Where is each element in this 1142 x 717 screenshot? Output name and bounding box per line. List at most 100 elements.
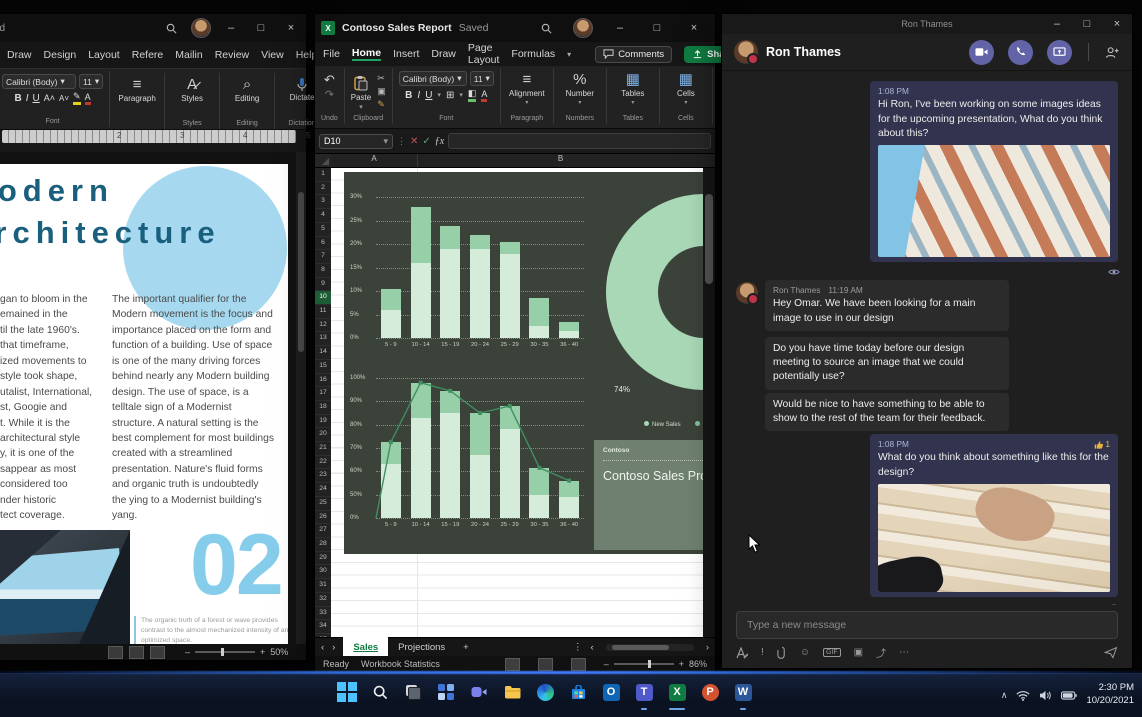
importance-icon[interactable]: ! (761, 647, 764, 658)
borders-icon[interactable]: ⊞ (446, 90, 454, 101)
hscroll-left-icon[interactable]: ‹ (590, 642, 593, 653)
fx-icon[interactable]: ƒx (435, 136, 444, 147)
excel-alignment-button[interactable]: ≡Alignment▾ (509, 68, 545, 106)
tab-overflow-icon[interactable]: ▾ (567, 50, 571, 59)
worksheet-grid[interactable]: 30%25%20%15%10%5%0%5 - 910 - 1415 - 1920… (331, 168, 703, 637)
sheet-tab-sales[interactable]: Sales (343, 636, 388, 658)
row-header-10[interactable]: 10 (315, 291, 331, 305)
excel-tables-button[interactable]: ▦Tables▾ (621, 68, 644, 106)
underline-button[interactable]: U (33, 93, 40, 104)
avatar[interactable] (186, 14, 216, 42)
row-header-17[interactable]: 17 (315, 387, 331, 401)
word-tab-draw[interactable]: Draw (2, 46, 37, 64)
read-mode-icon[interactable] (108, 646, 123, 659)
row-header-15[interactable]: 15 (315, 360, 331, 374)
contact-avatar[interactable] (734, 40, 758, 64)
sheet-tab-projections[interactable]: Projections (388, 636, 455, 658)
word-paragraph-button[interactable]: ≡Paragraph (118, 73, 155, 103)
sales-projection-card[interactable]: ContosoFY 22 Company OverContoso Sales P… (594, 440, 703, 550)
taskbar-store-icon[interactable] (565, 679, 591, 705)
taskbar-edge-icon[interactable] (532, 679, 558, 705)
taskbar-excel-icon[interactable]: X (664, 679, 690, 705)
maximize-icon[interactable]: □ (1072, 14, 1102, 34)
fill-color-icon[interactable]: ◧ (468, 88, 477, 102)
row-header-14[interactable]: 14 (315, 346, 331, 360)
row-header-20[interactable]: 20 (315, 428, 331, 442)
maximize-icon[interactable]: □ (642, 14, 672, 42)
font-name-select[interactable]: Calibri (Body)▾ (399, 71, 467, 86)
underline-button[interactable]: U (425, 90, 432, 101)
taskbar-search-icon[interactable] (367, 679, 393, 705)
search-icon[interactable] (156, 14, 186, 42)
volume-icon[interactable] (1039, 690, 1052, 701)
zoom-out-icon[interactable]: – (604, 659, 609, 669)
row-header-6[interactable]: 6 (315, 237, 331, 251)
zoom-level[interactable]: 50% (270, 647, 288, 657)
hscroll-right-icon[interactable]: › (706, 642, 709, 653)
more-icon[interactable]: ⋮ (397, 136, 406, 147)
row-header-16[interactable]: 16 (315, 374, 331, 388)
sticker-icon[interactable]: ▣ (854, 647, 863, 658)
row-header-7[interactable]: 7 (315, 250, 331, 264)
bold-button[interactable]: B (405, 90, 412, 101)
column-header-b[interactable]: B (418, 154, 703, 167)
zoom-slider[interactable] (195, 651, 255, 653)
gif-icon[interactable]: GIF (823, 648, 841, 657)
row-header-25[interactable]: 25 (315, 497, 331, 511)
tray-chevron-icon[interactable]: ∧ (1001, 690, 1008, 701)
zoom-out-icon[interactable]: – (185, 647, 190, 657)
highlight-button[interactable]: ✎ (73, 91, 81, 105)
page-break-view-icon[interactable] (571, 658, 586, 671)
building-facade-image[interactable] (878, 145, 1110, 257)
minimize-icon[interactable]: – (216, 14, 246, 42)
more-icon[interactable]: ⋯ (899, 647, 909, 658)
taskbar-widgets-icon[interactable] (433, 679, 459, 705)
word-styles-button[interactable]: A̷Styles (181, 73, 203, 103)
search-icon[interactable] (531, 14, 561, 42)
minimize-icon[interactable]: – (1042, 14, 1072, 34)
bold-button[interactable]: B (15, 93, 22, 104)
excel-tab-insert[interactable]: Insert (393, 48, 419, 60)
sales-dashboard-image[interactable]: 30%25%20%15%10%5%0%5 - 910 - 1415 - 1920… (344, 172, 703, 554)
architecture-model-image[interactable] (878, 484, 1110, 592)
page-layout-view-icon[interactable] (538, 658, 553, 671)
excel-cells-button[interactable]: ▦Cells▾ (677, 68, 695, 106)
row-header-8[interactable]: 8 (315, 264, 331, 278)
row-header-30[interactable]: 30 (315, 565, 331, 579)
font-color-button[interactable]: A (85, 92, 91, 105)
paste-button[interactable]: Paste▾ (351, 71, 371, 111)
row-header-2[interactable]: 2 (315, 182, 331, 196)
row-headers[interactable]: 1234567891011121314151617181920212223242… (315, 168, 331, 637)
close-icon[interactable]: × (679, 14, 709, 42)
word-tab-mailin[interactable]: Mailin (170, 46, 207, 64)
word-titlebar[interactable]: ed – □ × (0, 14, 306, 42)
taskbar-start-icon[interactable] (334, 679, 360, 705)
taskbar-task-view-icon[interactable] (400, 679, 426, 705)
teams-titlebar[interactable]: Ron Thames – □ × (722, 14, 1132, 34)
row-header-35[interactable]: 35 (315, 634, 331, 637)
zoom-slider[interactable] (614, 663, 674, 665)
word-dictate-button[interactable]: Dictate (290, 73, 315, 102)
row-header-18[interactable]: 18 (315, 401, 331, 415)
excel-vscrollbar[interactable] (703, 168, 715, 637)
wifi-icon[interactable] (1016, 690, 1030, 701)
battery-icon[interactable] (1061, 691, 1077, 700)
taskbar-teams-icon[interactable]: T (631, 679, 657, 705)
row-header-21[interactable]: 21 (315, 442, 331, 456)
message-sent[interactable]: 1:08 PMHi Ron, I've been working on some… (870, 81, 1118, 262)
taskbar-file-explorer-icon[interactable] (499, 679, 525, 705)
word-tab-view[interactable]: View (256, 46, 289, 64)
redo-icon[interactable]: ↷ (325, 88, 334, 101)
italic-button[interactable]: I (26, 93, 29, 104)
excel-tab-file[interactable]: File (323, 48, 340, 60)
font-name-select[interactable]: Calibri (Body)▾ (2, 74, 76, 89)
row-header-31[interactable]: 31 (315, 579, 331, 593)
row-header-19[interactable]: 19 (315, 415, 331, 429)
reaction-badge[interactable]: 1 (1093, 439, 1110, 450)
row-header-9[interactable]: 9 (315, 278, 331, 292)
word-page[interactable]: Modern Architecture gan to bloom in thee… (0, 164, 288, 644)
excel-comments-button[interactable]: Comments (595, 46, 672, 63)
sheet-more-icon[interactable]: ⋮ (573, 642, 583, 653)
cut-icon[interactable]: ✂ (377, 73, 386, 84)
excel-tab-page-layout[interactable]: Page Layout (468, 42, 500, 66)
